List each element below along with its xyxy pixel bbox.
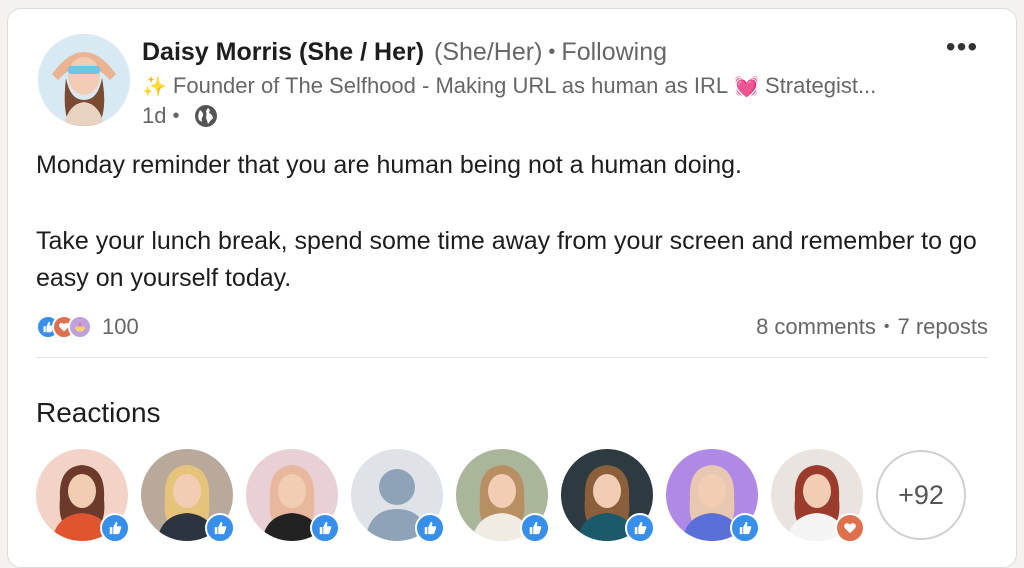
separator-dot: • <box>172 104 180 127</box>
sparkles-icon: ✨ <box>142 75 167 98</box>
author-avatar[interactable] <box>38 34 130 126</box>
social-counts-bar: 100 8 comments • 7 reposts <box>36 309 988 345</box>
divider <box>36 357 988 358</box>
reactor-avatar[interactable] <box>666 449 760 543</box>
heart-emoji-icon: 💓 <box>734 75 760 98</box>
post-paragraph: Monday reminder that you are human being… <box>36 151 743 179</box>
reactor-avatar[interactable] <box>36 449 130 543</box>
reactions-heading: Reactions <box>36 397 161 428</box>
post-meta: 1d • <box>142 101 218 131</box>
like-icon <box>415 513 445 543</box>
reactor-avatar[interactable] <box>771 449 865 543</box>
like-icon <box>520 513 550 543</box>
like-icon <box>310 513 340 543</box>
reactor-avatar[interactable] <box>561 449 655 543</box>
post-time[interactable]: 1d <box>142 103 166 129</box>
headline-text: Founder of The Selfhood - Making URL as … <box>172 73 729 98</box>
reactions-summary[interactable]: 100 <box>36 314 139 340</box>
comments-count[interactable]: 8 comments <box>756 314 876 340</box>
author-pronouns: (She/Her) <box>434 37 543 66</box>
follow-status[interactable]: Following <box>561 38 667 67</box>
reaction-count[interactable]: 100 <box>102 314 139 340</box>
post-body: Monday reminder that you are human being… <box>36 147 996 297</box>
reposts-count[interactable]: 7 reposts <box>898 314 989 340</box>
love-icon <box>835 513 865 543</box>
post-header: Daisy Morris (She / Her) (She/Her) • Fol… <box>142 36 667 68</box>
post-card: Daisy Morris (She / Her) (She/Her) • Fol… <box>7 8 1017 568</box>
engagement-counts: 8 comments • 7 reposts <box>756 314 988 340</box>
reactor-avatar[interactable] <box>456 449 550 543</box>
more-options-button[interactable]: ••• <box>940 31 984 62</box>
author-name[interactable]: Daisy Morris (She / Her) <box>142 38 424 67</box>
more-reactors-button[interactable]: +92 <box>876 450 966 540</box>
reactor-avatar[interactable] <box>246 449 340 543</box>
headline-text-end: Strategist... <box>765 73 877 98</box>
like-icon <box>730 513 760 543</box>
reactor-avatar[interactable] <box>351 449 445 543</box>
like-icon <box>625 513 655 543</box>
reactors-list: +92 <box>36 449 966 543</box>
post-paragraph: Take your lunch break, spend some time a… <box>36 227 977 292</box>
separator-dot: • <box>883 318 890 335</box>
like-icon <box>205 513 235 543</box>
globe-icon <box>194 105 217 127</box>
separator-dot: • <box>548 40 556 63</box>
like-icon <box>100 513 130 543</box>
author-headline: ✨ Founder of The Selfhood - Making URL a… <box>142 71 932 101</box>
reactor-avatar[interactable] <box>141 449 235 543</box>
support-reaction-icon <box>68 315 92 339</box>
